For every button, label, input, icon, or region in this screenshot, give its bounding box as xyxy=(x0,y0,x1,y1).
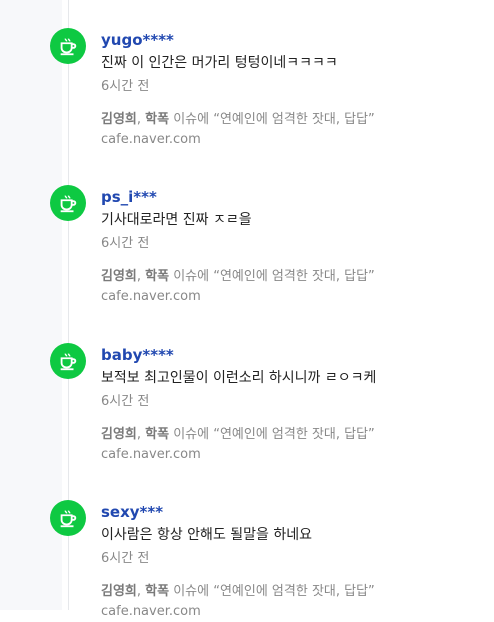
comment-item: ps_i*** 기사대로라면 진짜 ㅈㄹ을 6시간 전 김영희, 학폭 이슈에 … xyxy=(0,157,494,307)
comment-author[interactable]: sexy*** xyxy=(101,502,484,522)
comment-time: 6시간 전 xyxy=(101,79,150,94)
comment-author[interactable]: yugo**** xyxy=(101,30,484,50)
source-title-rest: 이슈에 “연예인에 엄격한 잣대, 답답” xyxy=(169,427,375,442)
coffee-cup-icon xyxy=(60,195,77,213)
source-domain: cafe.naver.com xyxy=(101,132,201,147)
source-title-rest: 이슈에 “연예인에 엄격한 잣대, 답답” xyxy=(169,584,375,599)
source-name1: 김영희 xyxy=(101,269,137,284)
source-link[interactable]: 김영희, 학폭 이슈에 “연예인에 엄격한 잣대, 답답” cafe.naver… xyxy=(101,110,484,150)
source-title: 김영희, 학폭 이슈에 “연예인에 엄격한 잣대, 답답” xyxy=(101,110,484,130)
coffee-cup-icon xyxy=(60,510,77,528)
comment-text: 기사대로라면 진짜 ㅈㄹ을 xyxy=(101,212,252,228)
source-name1: 김영희 xyxy=(101,112,137,127)
coffee-cup-icon xyxy=(60,38,77,56)
comment-time: 6시간 전 xyxy=(101,236,150,251)
source-name1: 김영희 xyxy=(101,584,137,599)
source-name2: 학폭 xyxy=(145,584,170,599)
source-sep: , xyxy=(136,112,146,127)
source-title: 김영희, 학폭 이슈에 “연예인에 엄격한 잣대, 답답” xyxy=(101,425,484,445)
comment-item: baby**** 보적보 최고인물이 이런소리 하시니까 ㄹㅇㅋ케 6시간 전 … xyxy=(0,315,494,465)
source-link[interactable]: 김영희, 학폭 이슈에 “연예인에 엄격한 잣대, 답답” cafe.naver… xyxy=(101,425,484,465)
source-title-rest: 이슈에 “연예인에 엄격한 잣대, 답답” xyxy=(169,269,375,284)
avatar[interactable] xyxy=(50,28,86,64)
coffee-cup-icon xyxy=(60,353,77,371)
source-sep: , xyxy=(136,427,146,442)
source-title-rest: 이슈에 “연예인에 엄격한 잣대, 답답” xyxy=(169,112,375,127)
comment-author[interactable]: baby**** xyxy=(101,345,484,365)
source-title: 김영희, 학폭 이슈에 “연예인에 엄격한 잣대, 답답” xyxy=(101,582,484,602)
source-domain: cafe.naver.com xyxy=(101,604,201,619)
avatar[interactable] xyxy=(50,185,86,221)
comment-author[interactable]: ps_i*** xyxy=(101,187,484,207)
source-sep: , xyxy=(136,584,146,599)
source-name2: 학폭 xyxy=(145,427,170,442)
source-domain: cafe.naver.com xyxy=(101,289,201,304)
avatar[interactable] xyxy=(50,343,86,379)
comment-item: yugo**** 진짜 이 인간은 머가리 텅텅이네ㅋㅋㅋㅋ 6시간 전 김영희… xyxy=(0,0,494,150)
source-name1: 김영희 xyxy=(101,427,137,442)
source-domain: cafe.naver.com xyxy=(101,447,201,462)
comment-item: sexy*** 이사람은 항상 안해도 될말을 하네요 6시간 전 김영희, 학… xyxy=(0,472,494,622)
source-link[interactable]: 김영희, 학폭 이슈에 “연예인에 엄격한 잣대, 답답” cafe.naver… xyxy=(101,582,484,622)
source-name2: 학폭 xyxy=(145,112,170,127)
comment-time: 6시간 전 xyxy=(101,394,150,409)
comment-text: 진짜 이 인간은 머가리 텅텅이네ㅋㅋㅋㅋ xyxy=(101,55,338,71)
source-title: 김영희, 학폭 이슈에 “연예인에 엄격한 잣대, 답답” xyxy=(101,267,484,287)
comment-time: 6시간 전 xyxy=(101,551,150,566)
source-sep: , xyxy=(136,269,146,284)
source-name2: 학폭 xyxy=(145,269,170,284)
comment-text: 이사람은 항상 안해도 될말을 하네요 xyxy=(101,527,312,543)
avatar[interactable] xyxy=(50,500,86,536)
comment-text: 보적보 최고인물이 이런소리 하시니까 ㄹㅇㅋ케 xyxy=(101,370,377,386)
source-link[interactable]: 김영희, 학폭 이슈에 “연예인에 엄격한 잣대, 답답” cafe.naver… xyxy=(101,267,484,307)
